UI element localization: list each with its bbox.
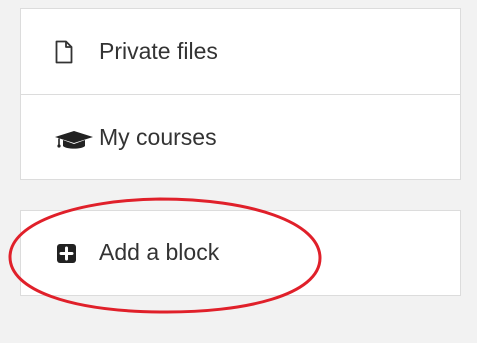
nav-item-label: Private files xyxy=(99,38,218,64)
file-icon xyxy=(55,40,73,64)
navigation-block: Private files My courses xyxy=(20,8,461,180)
plus-square-icon xyxy=(57,244,76,263)
add-block-label: Add a block xyxy=(99,239,220,265)
nav-item-private-files[interactable]: Private files xyxy=(21,9,460,94)
add-block-card: Add a block xyxy=(20,210,461,296)
add-block-link[interactable]: Add a block xyxy=(21,211,460,295)
graduation-cap-icon xyxy=(55,131,93,149)
nav-item-label: My courses xyxy=(99,124,217,150)
nav-item-my-courses[interactable]: My courses xyxy=(21,95,460,180)
